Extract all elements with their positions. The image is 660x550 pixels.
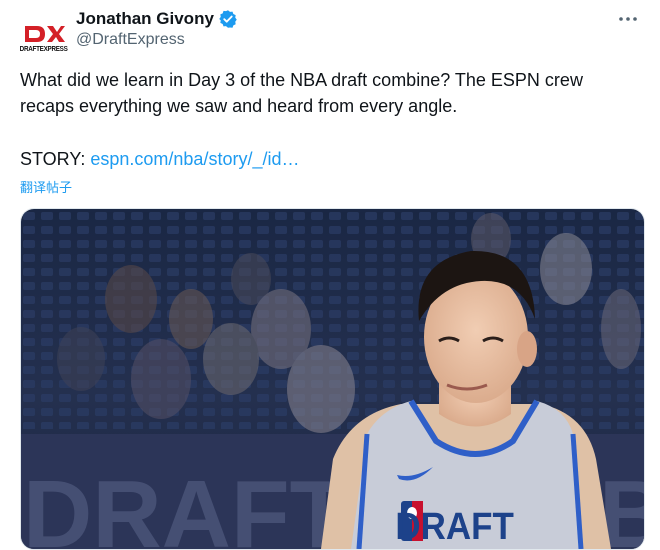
verified-badge-icon — [219, 10, 237, 28]
name-row: Jonathan Givony — [76, 8, 238, 30]
avatar-caption: DRAFTEXPRESS — [20, 46, 68, 53]
story-line: STORY: espn.com/nba/story/_/id… — [20, 146, 299, 172]
story-prefix: STORY: — [20, 149, 91, 169]
author-handle[interactable]: @DraftExpress — [76, 31, 238, 49]
author-display-name[interactable]: Jonathan Givony — [76, 9, 214, 29]
tweet-header: Jonathan Givony @DraftExpress — [76, 8, 238, 49]
translate-post-link[interactable]: 翻译帖子 — [20, 177, 72, 196]
jersey-text: DRAFT — [395, 505, 513, 548]
story-link[interactable]: espn.com/nba/story/_/id… — [90, 149, 299, 169]
tweet-media-photo[interactable]: DRAFT COMBINE — [20, 208, 645, 550]
player-photo: DRAFT COMBINE — [21, 209, 644, 549]
more-dots-icon[interactable] — [616, 10, 640, 28]
tweet-text: What did we learn in Day 3 of the NBA dr… — [20, 70, 583, 116]
avatar[interactable]: DRAFTEXPRESS — [20, 14, 68, 62]
tweet-card: DRAFTEXPRESS Jonathan Givony @DraftExpre… — [0, 0, 660, 550]
draftexpress-logo-icon — [25, 26, 65, 42]
